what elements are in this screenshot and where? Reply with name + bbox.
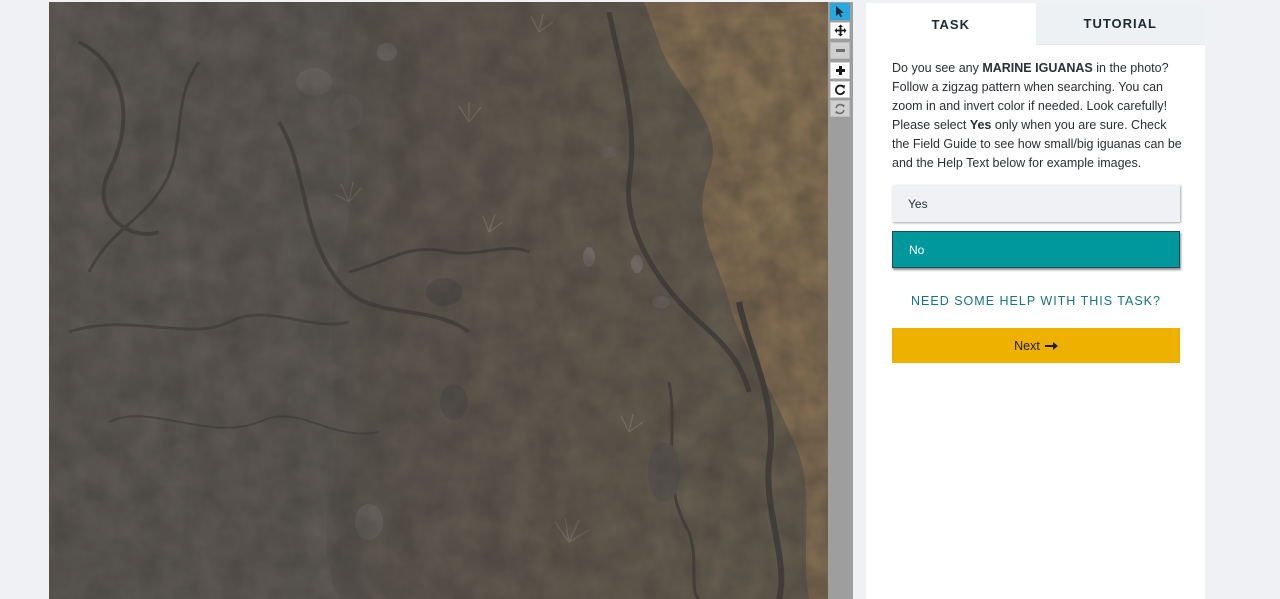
pointer-icon bbox=[836, 6, 844, 18]
need-help-link[interactable]: NEED SOME HELP WITH THIS TASK? bbox=[892, 294, 1180, 308]
answer-no-button[interactable]: No bbox=[892, 231, 1180, 268]
task-question: Do you see any MARINE IGUANAS in the pho… bbox=[892, 59, 1184, 173]
reset-icon bbox=[835, 103, 845, 114]
zoom-out-button[interactable] bbox=[830, 42, 850, 59]
task-panel: TASK TUTORIAL Do you see any MARINE IGUA… bbox=[866, 3, 1205, 599]
zoom-out-icon bbox=[835, 49, 845, 52]
question-emphasis: MARINE IGUANAS bbox=[982, 61, 1093, 75]
move-icon bbox=[834, 24, 846, 37]
question-emphasis: Yes bbox=[969, 118, 992, 132]
subject-image-viewer[interactable] bbox=[49, 2, 828, 599]
answer-no-label: No bbox=[909, 242, 925, 257]
next-button[interactable]: Next bbox=[892, 328, 1180, 363]
move-tool-button[interactable] bbox=[830, 22, 850, 39]
arrow-right-icon bbox=[1044, 341, 1058, 350]
next-label: Next bbox=[1014, 338, 1040, 353]
task-tabs: TASK TUTORIAL bbox=[866, 3, 1205, 45]
answer-yes-button[interactable]: Yes bbox=[892, 185, 1180, 222]
tab-tutorial[interactable]: TUTORIAL bbox=[1035, 3, 1205, 45]
zoom-in-button[interactable] bbox=[830, 62, 850, 79]
image-toolbar bbox=[828, 2, 853, 599]
rotate-icon bbox=[835, 84, 846, 95]
pointer-tool-button[interactable] bbox=[830, 3, 850, 20]
question-text: Do you see any bbox=[892, 61, 983, 75]
aerial-photo bbox=[49, 2, 828, 599]
tab-task[interactable]: TASK bbox=[866, 3, 1036, 45]
reset-view-button[interactable] bbox=[830, 100, 850, 117]
answer-yes-label: Yes bbox=[908, 196, 928, 211]
rotate-button[interactable] bbox=[830, 81, 850, 98]
zoom-in-icon bbox=[835, 66, 845, 75]
